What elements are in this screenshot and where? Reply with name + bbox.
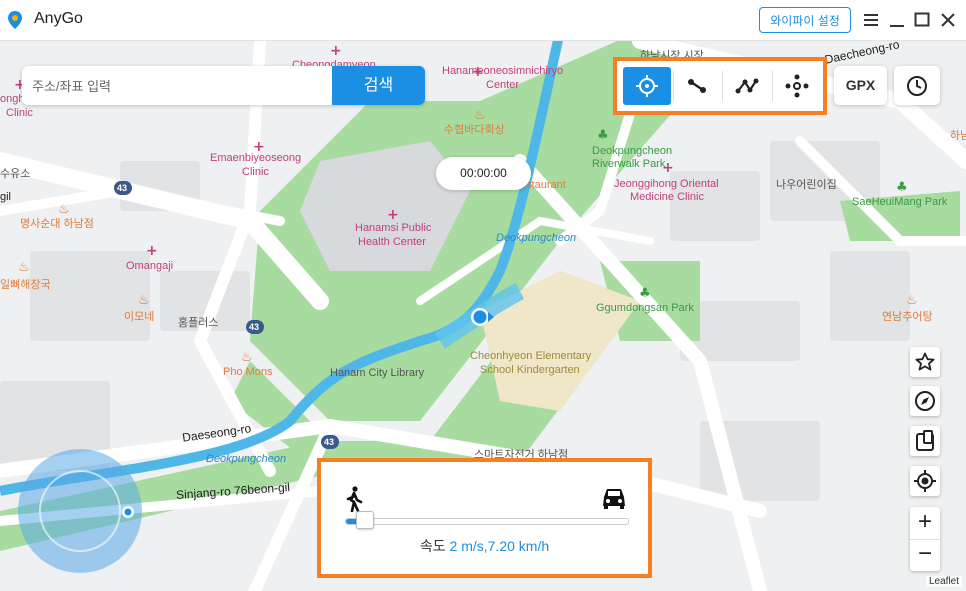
maximize-icon[interactable] bbox=[912, 10, 932, 30]
map-label: Deokpungcheon bbox=[592, 145, 673, 157]
compass-icon bbox=[915, 391, 935, 411]
minimize-icon[interactable] bbox=[887, 10, 907, 30]
teleport-mode-button[interactable] bbox=[623, 67, 671, 105]
joystick-icon bbox=[785, 74, 809, 98]
multi-spot-route-icon bbox=[735, 78, 759, 94]
map-label: gil bbox=[0, 191, 12, 203]
speed-readout: 속도 2 m/s,7.20 km/h bbox=[321, 536, 648, 556]
compass-button[interactable] bbox=[910, 386, 940, 416]
map-label: 일뼈해장국 bbox=[0, 279, 51, 291]
location-pin-icon bbox=[8, 11, 22, 29]
crosshair-icon bbox=[636, 75, 658, 97]
speed-slider-thumb[interactable] bbox=[356, 511, 375, 529]
map-label: 명사순대 하남점 bbox=[20, 218, 94, 230]
map-label: 연남추어탕 bbox=[882, 311, 933, 323]
map-label: 하남 bbox=[950, 130, 966, 142]
star-icon bbox=[915, 352, 935, 371]
zoom-control: + − bbox=[910, 507, 940, 571]
locate-me-button[interactable] bbox=[910, 466, 940, 496]
map-label: Omangaji bbox=[126, 260, 174, 272]
map-label: Jeonggihong Oriental bbox=[614, 178, 719, 190]
speed-panel: 속도 2 m/s,7.20 km/h bbox=[317, 458, 652, 578]
map-label: Pho Mons bbox=[223, 366, 273, 378]
map-label: Ggumdongsan Park bbox=[596, 302, 694, 314]
zoom-out-button[interactable]: − bbox=[910, 539, 940, 571]
two-spot-route-icon bbox=[688, 79, 706, 93]
map-label: Deokpungcheon bbox=[206, 453, 287, 465]
map-label: 수협바다회상 bbox=[444, 124, 505, 136]
device-button[interactable] bbox=[910, 426, 940, 456]
map-label: 나우어린이집 bbox=[776, 179, 837, 191]
app-title: AnyGo bbox=[34, 10, 83, 27]
map-label: Hanam City Library bbox=[330, 367, 425, 379]
gpx-button[interactable]: GPX bbox=[834, 66, 887, 105]
car-icon bbox=[603, 489, 625, 509]
route-shield-label: 43 bbox=[249, 322, 260, 332]
map-label: School Kindergarten bbox=[480, 364, 580, 376]
close-icon[interactable] bbox=[938, 10, 958, 30]
map-label: Health Center bbox=[358, 236, 426, 248]
wifi-settings-button[interactable]: 와이파이 설정 bbox=[759, 7, 851, 33]
map-label: 수유소 bbox=[0, 168, 31, 180]
map-label: Deokpungcheon bbox=[496, 232, 577, 244]
two-spot-mode-button[interactable] bbox=[673, 67, 721, 105]
map-label: 홈플러스 bbox=[178, 317, 219, 329]
svg-text:♨: ♨ bbox=[138, 293, 150, 308]
map-label: Riverwalk Park bbox=[592, 158, 666, 170]
map-label: Medicine Clinic bbox=[630, 191, 704, 203]
map-label: 이모네 bbox=[124, 311, 155, 323]
search-button[interactable]: 검색 bbox=[332, 66, 425, 105]
favorites-button[interactable] bbox=[910, 347, 940, 377]
map-label: Center bbox=[486, 79, 520, 91]
menu-icon[interactable] bbox=[861, 10, 881, 30]
svg-text:♨: ♨ bbox=[906, 293, 918, 308]
search-input[interactable] bbox=[22, 66, 344, 105]
locate-icon bbox=[914, 470, 936, 492]
map-label: SaeHeuiMang Park bbox=[852, 196, 948, 208]
svg-text:♨: ♨ bbox=[18, 260, 30, 275]
svg-text:♣: ♣ bbox=[597, 128, 609, 143]
svg-text:+: + bbox=[330, 43, 342, 59]
svg-text:♨: ♨ bbox=[241, 350, 253, 365]
history-button[interactable] bbox=[894, 66, 940, 105]
speed-label: 속도 bbox=[419, 538, 446, 554]
title-bar: AnyGo 와이파이 설정 bbox=[0, 0, 966, 41]
mode-toolbar bbox=[613, 57, 827, 115]
svg-text:+: + bbox=[146, 243, 158, 259]
speed-value: 2 m/s,7.20 km/h bbox=[449, 538, 550, 554]
walking-icon bbox=[346, 486, 363, 512]
joystick-mode-button[interactable] bbox=[773, 67, 821, 105]
svg-text:♣: ♣ bbox=[896, 180, 908, 195]
svg-text:♣: ♣ bbox=[639, 286, 651, 301]
svg-text:+: + bbox=[387, 207, 399, 223]
map-label: Cheonhyeon Elementary bbox=[470, 350, 592, 362]
route-timer: 00:00:00 bbox=[436, 157, 531, 190]
clock-icon bbox=[907, 75, 927, 96]
zoom-in-button[interactable]: + bbox=[910, 507, 940, 540]
speed-slider-track[interactable] bbox=[345, 518, 629, 525]
map-label: Emaenbiyeoseong bbox=[210, 152, 302, 164]
route-shield-label: 43 bbox=[117, 183, 128, 193]
attribution[interactable]: Leaflet bbox=[926, 576, 963, 587]
map-label: Clinic bbox=[6, 107, 33, 119]
map-label: Hanameoneosimnichiryo bbox=[442, 65, 564, 77]
search-bar: 검색 bbox=[22, 66, 425, 105]
device-icon bbox=[916, 430, 934, 451]
multi-spot-mode-button[interactable] bbox=[723, 67, 771, 105]
map-label: Clinic bbox=[242, 166, 269, 178]
route-shield-label: 43 bbox=[324, 437, 335, 447]
map-label: Hanamsi Public bbox=[355, 222, 432, 234]
